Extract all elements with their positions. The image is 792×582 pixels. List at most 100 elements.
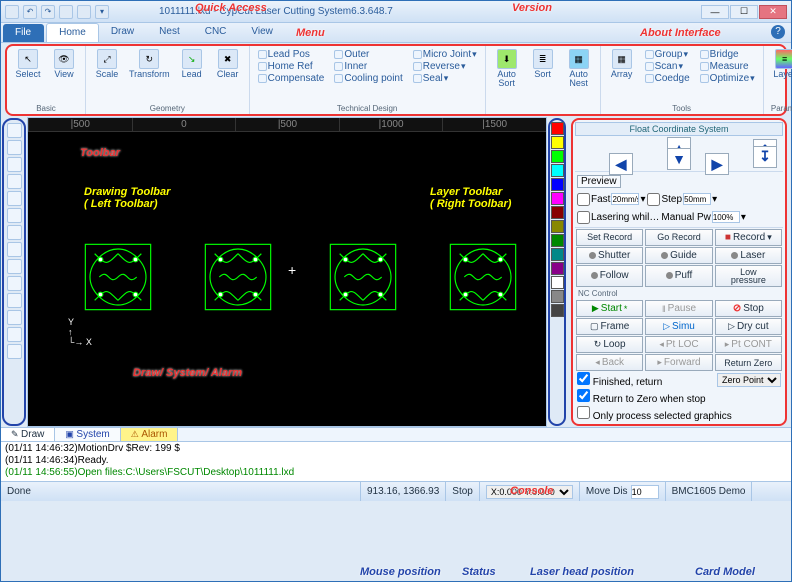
left-tool[interactable] [7,344,22,359]
preview-button[interactable]: Preview [577,175,621,188]
menu-view[interactable]: View [239,23,286,42]
only-selected-check[interactable]: Only process selected graphics [577,406,732,422]
about-button[interactable]: ? [771,25,785,39]
pause-button[interactable]: ‖ Pause [645,300,712,317]
left-tool[interactable] [7,327,22,342]
scale-button[interactable]: ⤢Scale [90,48,124,80]
return-zero-button[interactable]: Return Zero [715,354,782,371]
jog-right-button[interactable]: ▶ [705,153,729,175]
layer-swatch[interactable] [551,276,564,289]
qat-btn[interactable]: ↷ [41,5,55,19]
jog-down-button[interactable]: ▼ [667,148,691,170]
left-tool[interactable] [7,140,22,155]
drawing-canvas[interactable]: |5000|500|1000|1500 +Y↑└→ X [27,117,547,427]
qat-btn[interactable]: ↶ [23,5,37,19]
group-item[interactable]: Group ▾ [643,49,692,60]
design-pattern[interactable] [83,242,153,312]
float-coord-header[interactable]: Float Coordinate System [575,122,783,136]
guide-button[interactable]: Guide [645,247,712,264]
left-tool[interactable] [7,157,22,172]
layer-swatch[interactable] [551,220,564,233]
qat-btn[interactable] [77,5,91,19]
movedis-input[interactable] [631,485,659,499]
cooling-item[interactable]: Cooling point [332,73,404,84]
left-tool[interactable] [7,293,22,308]
set-record-button[interactable]: Set Record [576,229,643,246]
layer-swatch[interactable] [551,150,564,163]
record-button[interactable]: ■Record▾ [715,229,782,246]
manual-pw-input[interactable] [712,211,740,223]
left-tool[interactable] [7,310,22,325]
log-tab-draw[interactable]: ✎ Draw [1,428,55,441]
log-tab-system[interactable]: ▣ System [55,428,120,441]
outer-item[interactable]: Outer [332,49,404,60]
layer-swatch[interactable] [551,192,564,205]
transform-button[interactable]: ↻Transform [126,48,173,80]
optimize-item[interactable]: Optimize ▾ [698,73,757,84]
layer-swatch[interactable] [551,178,564,191]
low-pressure-button[interactable]: Low pressure [715,265,782,287]
puff-button[interactable]: Puff [645,265,712,287]
menu-nest[interactable]: Nest [147,23,193,42]
left-tool[interactable] [7,123,22,138]
zero-point-select[interactable]: Zero Point [717,373,781,387]
laser-pos-select[interactable]: X:0.000 Y:0.000 [486,485,573,499]
fast-check[interactable]: Fast ▾ [577,193,645,206]
sort-button[interactable]: ≣Sort [526,48,560,80]
go-record-button[interactable]: Go Record [645,229,712,246]
return-zero-stop-check[interactable]: Return to Zero when stop [577,389,706,405]
coedge-item[interactable]: Coedge [643,73,692,84]
seal-item[interactable]: Seal ▾ [411,73,479,84]
clear-button[interactable]: ✖Clear [211,48,245,80]
bridge-item[interactable]: Bridge [698,49,757,60]
left-tool[interactable] [7,191,22,206]
qat-btn[interactable] [5,5,19,19]
layer-swatch[interactable] [551,164,564,177]
layer-swatch[interactable] [551,206,564,219]
layer-swatch[interactable] [551,262,564,275]
stop-button[interactable]: ⊘ Stop [715,300,782,317]
back-button[interactable]: ◂ Back [576,354,643,371]
view-button[interactable]: 👁View [47,48,81,80]
autosort-button[interactable]: ⬇Auto Sort [490,48,524,89]
finished-return-check[interactable]: Finished, return [577,372,662,388]
layer-button[interactable]: ≡Layer [768,48,792,80]
layer-swatch[interactable] [551,290,564,303]
qat-btn[interactable]: ▾ [95,5,109,19]
left-tool[interactable] [7,174,22,189]
array-button[interactable]: ▦Array [605,48,639,80]
close-button[interactable]: ✕ [759,5,787,19]
leadpos-item[interactable]: Lead Pos [256,49,327,60]
layer-swatch[interactable] [551,248,564,261]
laser-button[interactable]: Laser [715,247,782,264]
autonest-button[interactable]: ▦Auto Nest [562,48,596,89]
menu-draw[interactable]: Draw [99,23,147,42]
left-tool[interactable] [7,259,22,274]
start-button[interactable]: ▶ Start* [576,300,643,317]
drycut-button[interactable]: ▷ Dry cut [715,318,782,335]
design-pattern[interactable] [328,242,398,312]
inner-item[interactable]: Inner [332,61,404,72]
left-tool[interactable] [7,225,22,240]
layer-swatch[interactable] [551,304,564,317]
shutter-button[interactable]: Shutter [576,247,643,264]
step-check[interactable]: Step ▾ [647,193,717,206]
homeref-item[interactable]: Home Ref [256,61,327,72]
left-tool[interactable] [7,208,22,223]
reverse-item[interactable]: Reverse ▾ [411,61,479,72]
select-button[interactable]: ↖Select [11,48,45,80]
compensate-item[interactable]: Compensate [256,73,327,84]
follow-button[interactable]: Follow [576,265,643,287]
scan-item[interactable]: Scan ▾ [643,61,692,72]
left-tool[interactable] [7,242,22,257]
log-tab-alarm[interactable]: ⚠ Alarm [121,428,179,441]
lead-button[interactable]: ↘Lead [175,48,209,80]
micro-item[interactable]: Micro Joint ▾ [411,49,479,60]
minimize-button[interactable]: — [701,5,729,19]
ptloc-button[interactable]: ◂ Pt LOC [645,336,712,353]
loop-button[interactable]: ↻ Loop [576,336,643,353]
menu-cnc[interactable]: CNC [193,23,240,42]
z-down-button[interactable]: ↧ [753,146,777,168]
measure-item[interactable]: Measure [698,61,757,72]
simu-button[interactable]: ▷ Simu [645,318,712,335]
